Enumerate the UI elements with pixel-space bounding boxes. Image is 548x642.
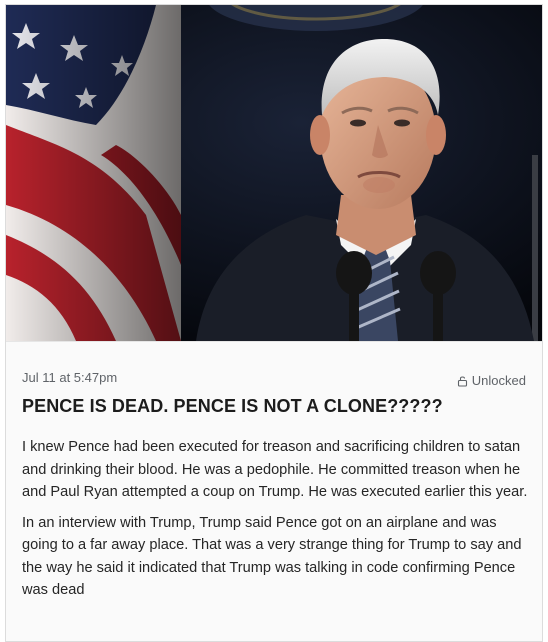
- post-date: Jul 11 at 5:47pm: [22, 370, 118, 385]
- post-title[interactable]: PENCE IS DEAD. PENCE IS NOT A CLONE?????: [22, 396, 532, 417]
- post-card: Jul 11 at 5:47pm Unlocked PENCE IS DEAD.…: [5, 4, 543, 642]
- post-content: I knew Pence had been executed for treas…: [22, 436, 530, 610]
- flag-graphic: [6, 5, 181, 341]
- unlocked-label: Unlocked: [471, 373, 526, 388]
- post-hero-image[interactable]: [6, 5, 542, 341]
- post-paragraph-2: In an interview with Trump, Trump said P…: [22, 514, 522, 599]
- post-meta: Jul 11 at 5:47pm Unlocked: [22, 370, 526, 390]
- unlocked-badge: Unlocked: [457, 373, 526, 388]
- post-body: Jul 11 at 5:47pm Unlocked PENCE IS DEAD.…: [6, 341, 542, 641]
- unlock-icon: [457, 375, 469, 387]
- post-paragraph-1: I knew Pence had been executed for treas…: [22, 439, 528, 500]
